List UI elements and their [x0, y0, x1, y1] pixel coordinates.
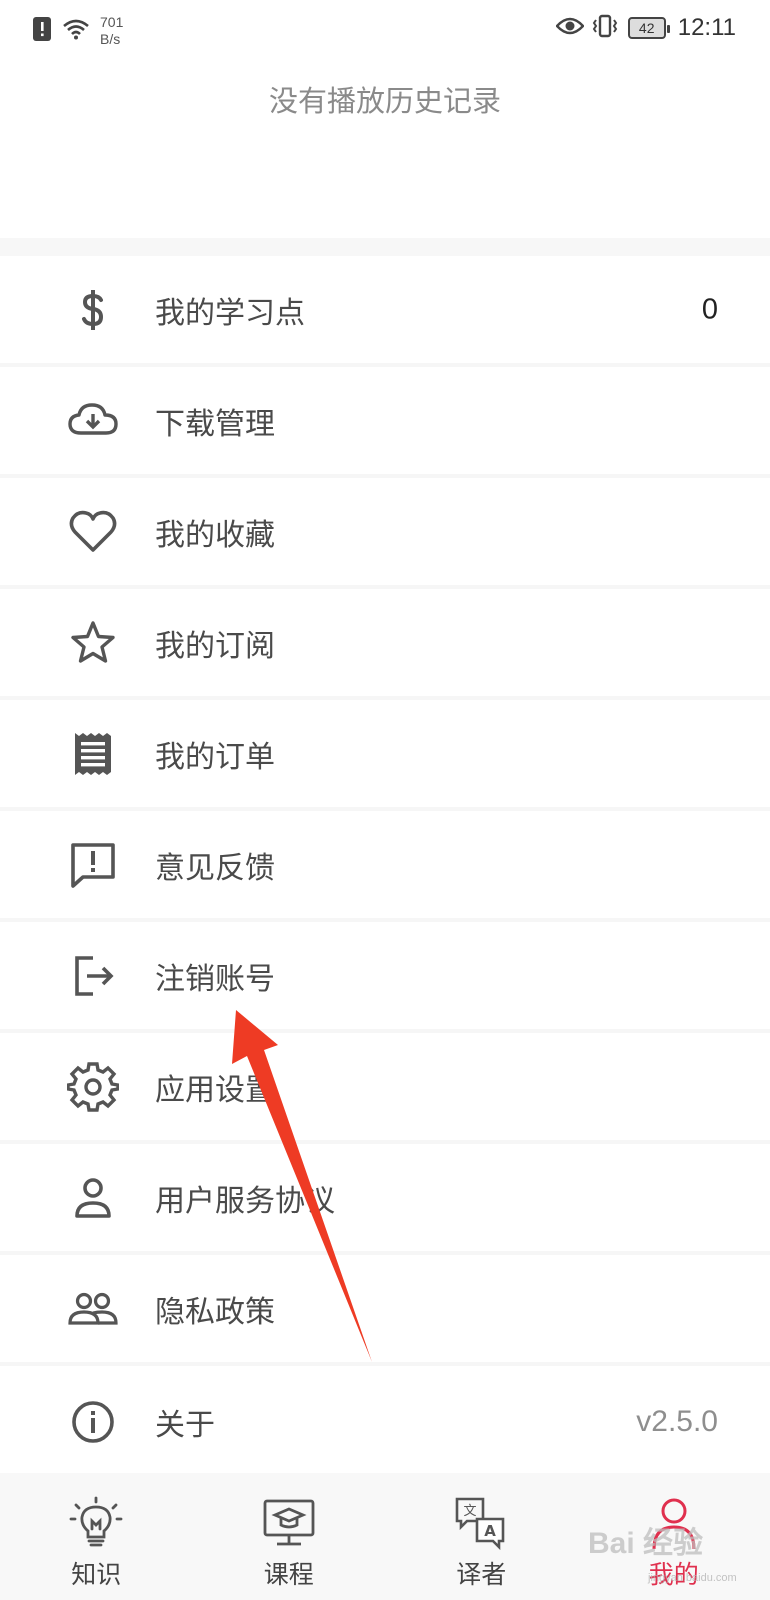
status-left: 701 B/s [32, 14, 123, 48]
watermark-subtext: jingyan.baidu.com [648, 1572, 737, 1584]
tab-translators[interactable]: 文A 译者 [385, 1473, 578, 1600]
alert-icon [32, 16, 52, 46]
tab-label: 知识 [71, 1560, 122, 1589]
clock: 12:11 [677, 14, 736, 41]
people-icon [66, 1282, 120, 1336]
monitor-course-icon [261, 1495, 317, 1551]
info-icon [66, 1395, 120, 1449]
menu-item-label: 用户服务协议 [155, 1183, 335, 1219]
receipt-icon [66, 727, 120, 781]
battery-indicator: 42 [627, 17, 670, 39]
menu-item-user-agreement[interactable]: 用户服务协议 [0, 1144, 770, 1255]
eye-icon [555, 16, 585, 40]
menu-item-about[interactable]: 关于 v2.5.0 [0, 1366, 770, 1477]
status-right: 42 12:11 [555, 14, 736, 42]
network-speed: 701 B/s [100, 14, 123, 48]
dollar-icon [66, 283, 120, 337]
menu-item-privacy-policy[interactable]: 隐私政策 [0, 1255, 770, 1366]
person-icon [66, 1171, 120, 1225]
menu-item-label: 我的订单 [155, 739, 275, 775]
menu-item-orders[interactable]: 我的订单 [0, 700, 770, 811]
menu-item-downloads[interactable]: 下载管理 [0, 367, 770, 478]
menu-item-favorites[interactable]: 我的收藏 [0, 478, 770, 589]
lightbulb-icon [68, 1495, 124, 1551]
menu-item-label: 我的学习点 [155, 295, 305, 331]
menu-item-subscriptions[interactable]: 我的订阅 [0, 589, 770, 700]
wifi-icon [62, 18, 90, 44]
menu-item-app-settings[interactable]: 应用设置 [0, 1033, 770, 1144]
menu-item-study-points[interactable]: 我的学习点 0 [0, 256, 770, 367]
menu-item-label: 意见反馈 [155, 850, 275, 886]
gear-icon [66, 1060, 120, 1114]
menu-item-label: 注销账号 [155, 961, 275, 997]
menu-item-feedback[interactable]: 意见反馈 [0, 811, 770, 922]
section-divider [0, 238, 770, 256]
tab-label: 课程 [263, 1560, 314, 1589]
star-icon [66, 616, 120, 670]
menu-list: 我的学习点 0 下载管理 我的收藏 我的订阅 我的订单 意见反馈 注销账号 应用… [0, 256, 770, 1477]
status-bar: 701 B/s 42 12:11 [0, 0, 770, 64]
menu-item-label: 关于 [155, 1407, 215, 1443]
watermark: Bai 经验 [588, 1527, 704, 1560]
menu-item-deactivate-account[interactable]: 注销账号 [0, 922, 770, 1033]
tab-courses[interactable]: 课程 [193, 1473, 386, 1600]
translate-icon: 文A [453, 1495, 509, 1551]
svg-text:文: 文 [464, 1504, 477, 1519]
logout-icon [66, 949, 120, 1003]
tab-label: 译者 [456, 1560, 507, 1589]
feedback-icon [66, 838, 120, 892]
vibrate-icon [592, 14, 618, 42]
history-empty-text: 没有播放历史记录 [268, 84, 501, 118]
heart-icon [66, 505, 120, 559]
network-speed-unit: B/s [100, 31, 121, 47]
study-points-value: 0 [701, 293, 718, 325]
svg-text:A: A [484, 1522, 496, 1540]
tab-knowledge[interactable]: 知识 [0, 1473, 193, 1600]
menu-item-label: 下载管理 [155, 406, 275, 442]
menu-item-label: 我的收藏 [155, 517, 275, 553]
cloud-download-icon [66, 394, 120, 448]
menu-item-label: 我的订阅 [155, 628, 275, 664]
network-speed-value: 701 [100, 14, 124, 30]
menu-item-label: 隐私政策 [155, 1294, 275, 1330]
menu-item-label: 应用设置 [155, 1072, 275, 1108]
app-version: v2.5.0 [636, 1404, 718, 1438]
